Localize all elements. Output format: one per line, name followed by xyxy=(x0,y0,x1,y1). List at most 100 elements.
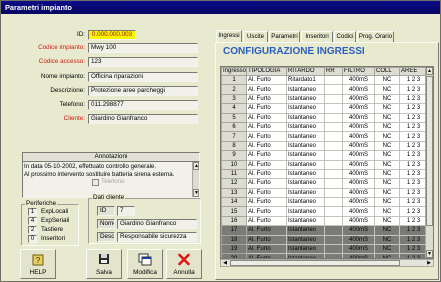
table-cell[interactable] xyxy=(324,84,343,95)
grid-horizontal-scrollbar[interactable]: ◀ ▶ xyxy=(220,259,434,267)
table-cell[interactable]: NC xyxy=(374,215,400,227)
table-cell[interactable]: 400mS xyxy=(342,225,375,236)
table-row[interactable]: 9 Al. Furto Istantaneo 400mS NC 1 2 3 xyxy=(221,150,428,161)
table-cell[interactable]: 400mS xyxy=(342,74,375,86)
table-cell[interactable]: Istantaneo xyxy=(286,225,325,236)
help-button[interactable]: ? HELP xyxy=(20,249,56,279)
table-row[interactable]: 13 Al. Furto Istantaneo 400mS NC 1 2 3 xyxy=(221,187,428,199)
table-cell[interactable]: 1 2 3 xyxy=(399,103,428,114)
table-cell[interactable]: NC xyxy=(374,168,400,180)
table-cell[interactable]: Al. Furto xyxy=(246,150,287,161)
table-cell[interactable]: NC xyxy=(374,244,400,255)
table-cell[interactable]: Al. Furto xyxy=(246,159,287,170)
column-header[interactable]: FILTRO xyxy=(342,67,375,76)
table-cell[interactable]: 400mS xyxy=(342,121,375,133)
descrizione-field[interactable]: Protezione aree parcheggi xyxy=(88,86,198,96)
table-cell[interactable]: NC xyxy=(374,225,400,236)
table-cell[interactable]: Istantaneo xyxy=(286,244,325,255)
table-cell[interactable]: NC xyxy=(374,178,400,189)
table-cell[interactable] xyxy=(324,206,343,217)
table-cell[interactable]: 11 xyxy=(221,168,247,180)
expseriali-count[interactable]: 4 xyxy=(28,217,37,225)
table-cell[interactable]: 400mS xyxy=(342,112,375,123)
table-cell[interactable]: Istantaneo xyxy=(286,234,325,246)
scroll-down-icon[interactable]: ▼ xyxy=(193,189,199,197)
table-cell[interactable]: 1 2 3 xyxy=(399,244,428,255)
table-cell[interactable]: 14 xyxy=(221,197,247,208)
table-cell[interactable]: Al. Furto xyxy=(246,215,287,227)
tastiere-count[interactable]: 2 xyxy=(28,226,37,234)
telefono-field[interactable]: 011.298877 xyxy=(88,100,198,110)
table-row[interactable]: 12 Al. Furto Istantaneo 400mS NC 1 2 3 xyxy=(221,178,428,189)
table-cell[interactable]: 1 2 3 xyxy=(399,121,428,133)
table-cell[interactable]: NC xyxy=(374,159,400,170)
scroll-down-icon[interactable]: ▼ xyxy=(426,250,433,258)
table-cell[interactable]: Al. Furto xyxy=(246,112,287,123)
table-cell[interactable]: 8 xyxy=(221,140,247,152)
table-cell[interactable]: Istantaneo xyxy=(286,197,325,208)
table-row[interactable]: 7 Al. Furto Istantaneo 400mS NC 1 2 3 xyxy=(221,131,428,142)
table-cell[interactable]: 400mS xyxy=(342,84,375,95)
id-field[interactable]: 0.000.000.003 xyxy=(88,30,136,40)
table-row[interactable]: 17 Al. Furto Istantaneo 400mS NC 1 2 3 xyxy=(221,225,428,236)
table-cell[interactable]: Istantaneo xyxy=(286,112,325,123)
table-cell[interactable]: Al. Furto xyxy=(246,84,287,95)
modifica-button[interactable]: Modifica xyxy=(127,249,163,279)
table-row[interactable]: 18 Al. Furto Istantaneo 400mS NC 1 2 3 xyxy=(221,234,428,246)
table-cell[interactable]: NC xyxy=(374,140,400,152)
table-cell[interactable]: NC xyxy=(374,197,400,208)
table-cell[interactable]: 7 xyxy=(221,131,247,142)
table-cell[interactable]: 2 xyxy=(221,84,247,95)
column-header[interactable]: TIPOLOGIA xyxy=(246,67,287,76)
table-cell[interactable]: NC xyxy=(374,84,400,95)
table-row[interactable]: 1 Al. Furto Ritardato1 400mS NC 1 2 3 xyxy=(221,74,428,86)
table-cell[interactable]: 400mS xyxy=(342,168,375,180)
table-cell[interactable]: Istantaneo xyxy=(286,140,325,152)
table-row[interactable]: 19 Al. Furto Istantaneo 400mS NC 1 2 3 xyxy=(221,244,428,255)
table-cell[interactable]: 1 2 3 xyxy=(399,215,428,227)
table-row[interactable]: 8 Al. Furto Istantaneo 400mS NC 1 2 3 xyxy=(221,140,428,152)
scroll-right-icon[interactable]: ▶ xyxy=(425,260,433,266)
salva-button[interactable]: Salva xyxy=(86,249,122,279)
table-cell[interactable]: Istantaneo xyxy=(286,121,325,133)
table-cell[interactable] xyxy=(324,150,343,161)
table-cell[interactable]: 19 xyxy=(221,244,247,255)
codice-impianto-field[interactable]: Mwy 100 xyxy=(88,43,198,53)
table-cell[interactable]: 1 2 3 xyxy=(399,93,428,105)
table-cell[interactable]: 1 2 3 xyxy=(399,74,428,86)
table-cell[interactable]: 18 xyxy=(221,234,247,246)
table-cell[interactable]: Al. Furto xyxy=(246,93,287,105)
table-cell[interactable] xyxy=(324,159,343,170)
table-cell[interactable]: Al. Furto xyxy=(246,187,287,199)
table-cell[interactable]: 13 xyxy=(221,187,247,199)
column-header[interactable]: RR xyxy=(324,67,343,76)
table-cell[interactable]: NC xyxy=(374,74,400,86)
table-cell[interactable]: Al. Furto xyxy=(246,197,287,208)
table-cell[interactable]: Istantaneo xyxy=(286,215,325,227)
grid-vertical-scrollbar[interactable]: ▲ ▼ xyxy=(425,67,433,258)
table-row[interactable]: 11 Al. Furto Istantaneo 400mS NC 1 2 3 xyxy=(221,168,428,180)
annulla-button[interactable]: Annulla xyxy=(166,249,202,279)
tab-ingressi[interactable]: Ingressi xyxy=(216,30,242,42)
annotazioni-scrollbar[interactable]: ▲ ▼ xyxy=(192,162,199,197)
scroll-left-icon[interactable]: ◀ xyxy=(221,260,229,266)
table-cell[interactable]: 400mS xyxy=(342,131,375,142)
table-row[interactable]: 4 Al. Furto Istantaneo 400mS NC 1 2 3 xyxy=(221,103,428,114)
table-cell[interactable] xyxy=(324,244,343,255)
table-cell[interactable]: 400mS xyxy=(342,103,375,114)
tab-prog-orario[interactable]: Prog. Orario xyxy=(357,31,394,42)
table-cell[interactable]: 1 2 3 xyxy=(399,112,428,123)
table-row[interactable]: 6 Al. Furto Istantaneo 400mS NC 1 2 3 xyxy=(221,121,428,133)
table-cell[interactable]: Istantaneo xyxy=(286,103,325,114)
table-row[interactable]: 16 Al. Furto Istantaneo 400mS NC 1 2 3 xyxy=(221,215,428,227)
table-cell[interactable]: 3 xyxy=(221,93,247,105)
table-cell[interactable]: 12 xyxy=(221,178,247,189)
table-cell[interactable]: Istantaneo xyxy=(286,159,325,170)
table-row[interactable]: 15 Al. Furto Istantaneo 400mS NC 1 2 3 xyxy=(221,206,428,217)
table-cell[interactable]: Istantaneo xyxy=(286,206,325,217)
tab-uscite[interactable]: Uscite xyxy=(243,31,268,42)
table-cell[interactable]: Al. Furto xyxy=(246,140,287,152)
table-cell[interactable]: 400mS xyxy=(342,150,375,161)
scroll-thumb[interactable] xyxy=(426,76,433,226)
table-cell[interactable]: Al. Furto xyxy=(246,74,287,86)
